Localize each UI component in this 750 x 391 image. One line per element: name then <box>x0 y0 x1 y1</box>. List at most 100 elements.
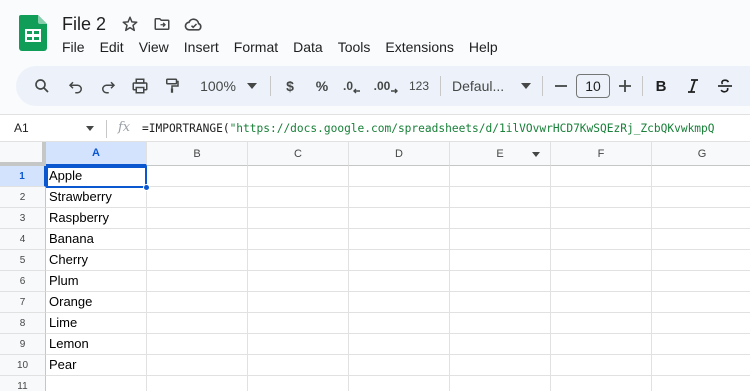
cloud-status-icon[interactable] <box>184 14 204 34</box>
cell-d6[interactable] <box>349 271 450 292</box>
row-header-6[interactable]: 6 <box>0 271 46 292</box>
cell-b1[interactable] <box>147 166 248 187</box>
cell-g3[interactable] <box>652 208 750 229</box>
cell-c9[interactable] <box>248 334 349 355</box>
cell-a6[interactable]: Plum <box>46 271 147 292</box>
cell-g10[interactable] <box>652 355 750 376</box>
cell-e6[interactable] <box>450 271 551 292</box>
cell-e2[interactable] <box>450 187 551 208</box>
font-dropdown-icon[interactable] <box>518 66 534 106</box>
menu-help[interactable]: Help <box>469 37 498 57</box>
menu-data[interactable]: Data <box>293 37 323 57</box>
font-size-input[interactable]: 10 <box>576 74 610 98</box>
fill-handle[interactable] <box>143 184 150 191</box>
cell-c1[interactable] <box>248 166 349 187</box>
cell-e11[interactable] <box>450 376 551 391</box>
cell-d11[interactable] <box>349 376 450 391</box>
cell-f4[interactable] <box>551 229 652 250</box>
menu-insert[interactable]: Insert <box>184 37 219 57</box>
cell-a2[interactable]: Strawberry <box>46 187 147 208</box>
cell-c7[interactable] <box>248 292 349 313</box>
currency-format-button[interactable]: $ <box>280 66 300 106</box>
row-header-7[interactable]: 7 <box>0 292 46 313</box>
move-folder-icon[interactable] <box>152 14 172 34</box>
menu-view[interactable]: View <box>139 37 169 57</box>
cell-g6[interactable] <box>652 271 750 292</box>
cell-f7[interactable] <box>551 292 652 313</box>
name-box[interactable]: A1 <box>14 121 29 135</box>
cell-f2[interactable] <box>551 187 652 208</box>
cell-e9[interactable] <box>450 334 551 355</box>
row-header-4[interactable]: 4 <box>0 229 46 250</box>
column-header-f[interactable]: F <box>551 142 652 166</box>
cell-e1[interactable] <box>450 166 551 187</box>
select-all-corner[interactable] <box>0 142 46 166</box>
cell-d4[interactable] <box>349 229 450 250</box>
cell-g7[interactable] <box>652 292 750 313</box>
cell-f6[interactable] <box>551 271 652 292</box>
cell-a11[interactable] <box>46 376 147 391</box>
cell-d5[interactable] <box>349 250 450 271</box>
cell-g8[interactable] <box>652 313 750 334</box>
cell-c4[interactable] <box>248 229 349 250</box>
print-icon[interactable] <box>128 66 152 106</box>
row-header-2[interactable]: 2 <box>0 187 46 208</box>
formula-input[interactable]: =IMPORTRANGE("https://docs.google.com/sp… <box>142 122 750 135</box>
paint-format-icon[interactable] <box>160 66 184 106</box>
column-header-d[interactable]: D <box>349 142 450 166</box>
sheets-logo-icon[interactable] <box>19 15 47 51</box>
cell-d3[interactable] <box>349 208 450 229</box>
cell-g9[interactable] <box>652 334 750 355</box>
cell-b7[interactable] <box>147 292 248 313</box>
cell-f9[interactable] <box>551 334 652 355</box>
row-header-8[interactable]: 8 <box>0 313 46 334</box>
star-icon[interactable] <box>120 14 140 34</box>
cell-b5[interactable] <box>147 250 248 271</box>
cell-b6[interactable] <box>147 271 248 292</box>
cell-g4[interactable] <box>652 229 750 250</box>
cell-a1[interactable]: Apple <box>46 166 147 187</box>
cell-c11[interactable] <box>248 376 349 391</box>
menu-edit[interactable]: Edit <box>100 37 124 57</box>
cell-a9[interactable]: Lemon <box>46 334 147 355</box>
decrease-font-size-icon[interactable] <box>552 66 570 106</box>
cell-d8[interactable] <box>349 313 450 334</box>
bold-button[interactable]: B <box>652 66 670 106</box>
cell-e8[interactable] <box>450 313 551 334</box>
search-menus-icon[interactable] <box>30 66 54 106</box>
cell-f10[interactable] <box>551 355 652 376</box>
row-header-9[interactable]: 9 <box>0 334 46 355</box>
cell-c8[interactable] <box>248 313 349 334</box>
more-formats-button[interactable]: 123 <box>406 66 432 106</box>
column-header-a[interactable]: A <box>46 142 147 166</box>
cell-d10[interactable] <box>349 355 450 376</box>
font-family-select[interactable]: Defaul... <box>452 66 516 106</box>
cell-a7[interactable]: Orange <box>46 292 147 313</box>
column-header-c[interactable]: C <box>248 142 349 166</box>
cell-g11[interactable] <box>652 376 750 391</box>
cell-e3[interactable] <box>450 208 551 229</box>
cell-f5[interactable] <box>551 250 652 271</box>
cell-a3[interactable]: Raspberry <box>46 208 147 229</box>
decrease-decimal-button[interactable]: .0 <box>340 66 364 106</box>
row-header-3[interactable]: 3 <box>0 208 46 229</box>
column-e-dropdown-icon[interactable] <box>532 152 540 157</box>
cell-g2[interactable] <box>652 187 750 208</box>
column-header-b[interactable]: B <box>147 142 248 166</box>
cell-e5[interactable] <box>450 250 551 271</box>
menu-file[interactable]: File <box>62 37 85 57</box>
cell-g5[interactable] <box>652 250 750 271</box>
cell-f1[interactable] <box>551 166 652 187</box>
cell-c10[interactable] <box>248 355 349 376</box>
cell-f3[interactable] <box>551 208 652 229</box>
cell-b2[interactable] <box>147 187 248 208</box>
cell-a8[interactable]: Lime <box>46 313 147 334</box>
cell-b3[interactable] <box>147 208 248 229</box>
redo-icon[interactable] <box>96 66 120 106</box>
cell-c2[interactable] <box>248 187 349 208</box>
document-title[interactable]: File 2 <box>62 14 106 35</box>
strikethrough-icon[interactable] <box>716 66 734 106</box>
row-header-11[interactable]: 11 <box>0 376 46 391</box>
menu-format[interactable]: Format <box>234 37 278 57</box>
cell-c6[interactable] <box>248 271 349 292</box>
